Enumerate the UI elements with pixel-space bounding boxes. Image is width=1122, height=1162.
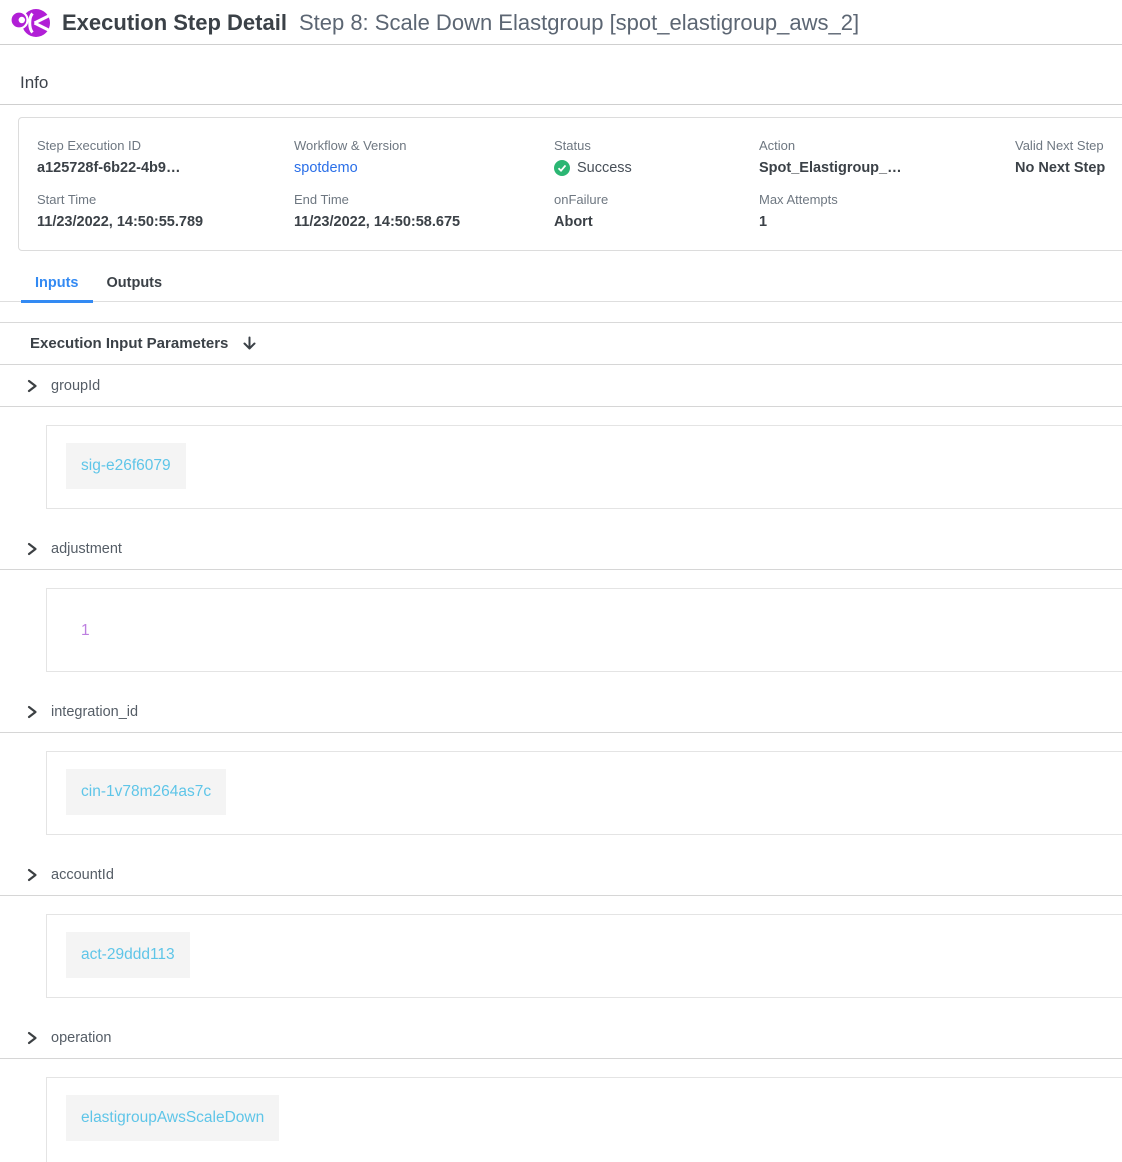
chevron-right-icon xyxy=(25,868,39,882)
field-max-attempts: Max Attempts 1 xyxy=(759,192,1015,230)
info-section-heading: Info xyxy=(20,73,48,92)
chevron-right-icon xyxy=(25,542,39,556)
params-section-header: Execution Input Parameters xyxy=(0,323,1122,365)
field-value: Abort xyxy=(554,214,749,230)
field-label: Workflow & Version xyxy=(294,138,544,153)
field-start-time: Start Time 11/23/2022, 14:50:55.789 xyxy=(37,192,294,230)
field-value: Spot_Elastigroup_… xyxy=(759,160,1005,176)
page-subtitle: Step 8: Scale Down Elastgroup [spot_elas… xyxy=(299,10,859,36)
page-header: Execution Step Detail Step 8: Scale Down… xyxy=(0,0,1122,45)
info-heading-row: Info xyxy=(0,45,1122,105)
field-value: 11/23/2022, 14:50:55.789 xyxy=(37,214,284,230)
field-end-time: End Time 11/23/2022, 14:50:58.675 xyxy=(294,192,554,230)
tab-outputs[interactable]: Outputs xyxy=(93,271,177,301)
chevron-right-icon xyxy=(25,1031,39,1045)
field-label: Action xyxy=(759,138,1005,153)
field-status: Status Success xyxy=(554,138,759,176)
param-value-box: act-29ddd113 xyxy=(46,914,1122,998)
param-value-chip: cin-1v78m264as7c xyxy=(66,769,226,815)
param-row-groupid[interactable]: groupId xyxy=(0,365,1122,407)
field-on-failure: onFailure Abort xyxy=(554,192,759,230)
field-value: 11/23/2022, 14:50:58.675 xyxy=(294,214,544,230)
field-valid-next-step: Valid Next Step No Next Step xyxy=(1015,138,1122,176)
param-name: adjustment xyxy=(51,541,122,557)
param-value-box: cin-1v78m264as7c xyxy=(46,751,1122,835)
param-value-chip: elastigroupAwsScaleDown xyxy=(66,1095,279,1141)
field-label: End Time xyxy=(294,192,544,207)
field-label: Step Execution ID xyxy=(37,138,284,153)
field-label: Valid Next Step xyxy=(1015,138,1122,153)
param-value-box: 1 xyxy=(46,588,1122,672)
param-row-operation[interactable]: operation xyxy=(0,1017,1122,1059)
param-name: integration_id xyxy=(51,704,138,720)
workflow-link[interactable]: spotdemo xyxy=(294,160,544,176)
chevron-right-icon xyxy=(25,705,39,719)
params-section-title: Execution Input Parameters xyxy=(30,335,228,352)
param-row-adjustment[interactable]: adjustment xyxy=(0,528,1122,570)
param-value-box: sig-e26f6079 xyxy=(46,425,1122,509)
success-check-icon xyxy=(554,160,570,176)
param-name: accountId xyxy=(51,867,114,883)
param-row-integration-id[interactable]: integration_id xyxy=(0,691,1122,733)
field-workflow-version: Workflow & Version spotdemo xyxy=(294,138,554,176)
tab-bar: Inputs Outputs xyxy=(0,271,1122,302)
field-label: onFailure xyxy=(554,192,749,207)
chevron-right-icon xyxy=(25,379,39,393)
download-icon[interactable] xyxy=(241,335,258,352)
param-value-chip: sig-e26f6079 xyxy=(66,443,186,489)
field-action: Action Spot_Elastigroup_… xyxy=(759,138,1015,176)
field-value: No Next Step xyxy=(1015,160,1122,176)
page-title: Execution Step Detail xyxy=(62,10,287,36)
param-value-number: 1 xyxy=(66,606,105,656)
param-name: operation xyxy=(51,1030,111,1046)
spot-logo-icon xyxy=(8,3,52,43)
field-label: Start Time xyxy=(37,192,284,207)
field-label: Status xyxy=(554,138,749,153)
field-value: a125728f-6b22-4b9… xyxy=(37,160,284,176)
field-value: 1 xyxy=(759,214,1005,230)
param-value-box: elastigroupAwsScaleDown xyxy=(46,1077,1122,1162)
param-value-chip: act-29ddd113 xyxy=(66,932,190,978)
param-row-accountid[interactable]: accountId xyxy=(0,854,1122,896)
info-card: Step Execution ID a125728f-6b22-4b9… Wor… xyxy=(18,117,1122,251)
field-step-execution-id: Step Execution ID a125728f-6b22-4b9… xyxy=(37,138,294,176)
status-badge: Success xyxy=(577,160,632,176)
tab-inputs[interactable]: Inputs xyxy=(21,271,93,303)
param-name: groupId xyxy=(51,378,100,394)
field-label: Max Attempts xyxy=(759,192,1005,207)
